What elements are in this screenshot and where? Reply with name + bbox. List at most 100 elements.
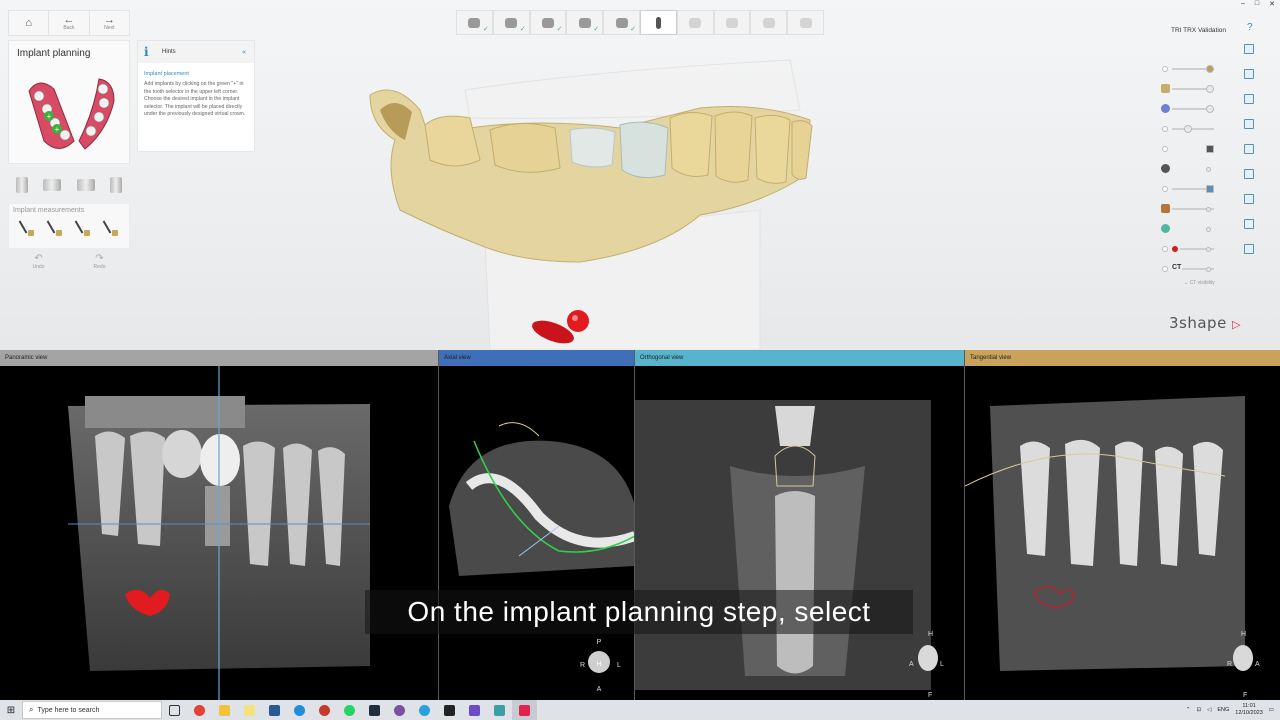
tangential-orient-left: R: [1227, 661, 1232, 668]
whatsapp-icon[interactable]: [337, 700, 362, 720]
multi-implant-icon[interactable]: [76, 179, 95, 191]
undo-button[interactable]: ↶ Undo: [33, 254, 45, 278]
network-icon[interactable]: ⊡: [1197, 707, 1202, 713]
visibility-slider-abutment[interactable]: [1162, 144, 1218, 154]
visibility-slider-upper-scan[interactable]: [1162, 64, 1218, 74]
minimize-icon[interactable]: –: [1241, 0, 1245, 10]
viber-icon[interactable]: [387, 700, 412, 720]
maximize-icon[interactable]: □: [1255, 0, 1259, 10]
ortho-orient-right: L: [940, 661, 944, 668]
screen-icon[interactable]: [1244, 244, 1254, 254]
tangential-view[interactable]: Tangential view H R A F: [965, 350, 1280, 700]
workflow-step-teeth-icon[interactable]: ✓: [603, 10, 640, 35]
abutment-icon[interactable]: [43, 179, 62, 191]
copy-icon[interactable]: [1244, 44, 1254, 54]
workflow-step-output-icon[interactable]: [787, 10, 824, 35]
clock[interactable]: 11:01 12/10/2023: [1235, 703, 1263, 717]
3shape-taskbar-icon[interactable]: [512, 700, 537, 720]
tangential-view-header: Tangential view: [965, 350, 1280, 366]
workflow-step-scan-icon[interactable]: ✓: [456, 10, 493, 35]
implant-icon[interactable]: [15, 177, 28, 193]
axial-view[interactable]: Axial view P R H L A: [439, 350, 635, 700]
language-indicator[interactable]: ENG: [1217, 707, 1229, 713]
chrome-icon[interactable]: [187, 700, 212, 720]
axial-image[interactable]: P R H L A: [439, 366, 634, 700]
sleeve-icon[interactable]: [110, 177, 123, 193]
close-icon[interactable]: ✕: [1269, 0, 1275, 10]
visibility-slider-crowns[interactable]: [1162, 124, 1218, 134]
layer-icon[interactable]: [1244, 169, 1254, 179]
file-explorer-icon[interactable]: [212, 700, 237, 720]
visibility-slider-model[interactable]: [1161, 204, 1218, 214]
layer-icon[interactable]: [1244, 119, 1254, 129]
layer-icon[interactable]: [1244, 94, 1254, 104]
app-red-icon[interactable]: [312, 700, 337, 720]
volume-icon[interactable]: ◁: [1207, 707, 1211, 713]
workflow-step-crown-icon[interactable]: ✓: [566, 10, 604, 35]
edge-icon[interactable]: [287, 700, 312, 720]
orthogonal-view[interactable]: Orthogonal view H A L F: [635, 350, 965, 700]
visibility-slider-antagonist[interactable]: [1161, 84, 1218, 94]
notifications-icon[interactable]: ▭: [1269, 707, 1274, 713]
arrow-left-icon: ←: [63, 14, 75, 26]
visibility-slider-implant-body[interactable]: [1161, 164, 1218, 174]
visibility-slider-ct[interactable]: [1162, 264, 1218, 274]
visibility-slider-implant-marker[interactable]: [1162, 244, 1218, 254]
app-dark-icon[interactable]: [437, 700, 462, 720]
tooth-selector[interactable]: + +: [19, 71, 119, 157]
app-star-icon[interactable]: [362, 700, 387, 720]
notes-icon[interactable]: [237, 700, 262, 720]
back-button[interactable]: ← Back: [49, 11, 90, 35]
3d-viewport[interactable]: ⌂ ← Back → Next Implant planning + + i H…: [0, 0, 1280, 350]
app-purple-icon[interactable]: [462, 700, 487, 720]
start-button[interactable]: ⊞: [0, 700, 22, 720]
hints-title: Hints: [162, 49, 176, 55]
measure-angle-icon[interactable]: [47, 219, 63, 237]
workflow-step-design-icon[interactable]: [750, 10, 788, 35]
tangential-image[interactable]: H R A F: [965, 366, 1280, 700]
redo-button[interactable]: ↷ Redo: [94, 254, 106, 278]
panoramic-view-header: Panoramic view: [0, 350, 438, 366]
panoramic-image[interactable]: [0, 366, 438, 700]
axial-orient-bottom: A: [597, 686, 602, 693]
word-icon[interactable]: [262, 700, 287, 720]
workflow-step-guide-icon[interactable]: [713, 10, 751, 35]
hints-body: Add implants by clicking on the green "+…: [144, 81, 246, 117]
home-button[interactable]: ⌂: [9, 11, 50, 35]
logo-text: 3shape: [1169, 314, 1227, 332]
task-view-icon[interactable]: [162, 700, 187, 720]
layer-icon[interactable]: [1244, 144, 1254, 154]
taskbar-search-placeholder: Type here to search: [37, 706, 100, 714]
logo-mark-icon: ▷: [1232, 318, 1242, 331]
ct-visibility-toggle[interactable]: ⌄ CT visibility: [1184, 280, 1215, 286]
orthogonal-image[interactable]: H A L F: [635, 366, 964, 700]
layer-icon[interactable]: [1244, 69, 1254, 79]
measure-bone-icon[interactable]: [103, 219, 119, 237]
video-caption: On the implant planning step, select: [365, 590, 913, 634]
next-button[interactable]: → Next: [90, 11, 129, 35]
visibility-slider-gingiva[interactable]: [1161, 104, 1218, 114]
workflow-step-implant-icon[interactable]: [639, 10, 677, 35]
undo-icon: ↶: [34, 253, 43, 264]
measure-nerve-icon[interactable]: [75, 219, 91, 237]
workflow-step-nerve-icon[interactable]: ✓: [529, 10, 567, 35]
workflow-step-sleeve-icon[interactable]: [676, 10, 714, 35]
help-icon[interactable]: ?: [1247, 22, 1253, 33]
workflow-step-align-icon[interactable]: ✓: [492, 10, 530, 35]
redo-icon: ↷: [95, 253, 104, 264]
visibility-slider-nerve[interactable]: [1161, 224, 1218, 234]
app-teal-icon[interactable]: [487, 700, 512, 720]
hints-subtitle: Implant placement: [144, 71, 189, 77]
visibility-slider-bone[interactable]: [1162, 184, 1218, 194]
chevron-up-icon[interactable]: ⌃: [1186, 707, 1191, 713]
case-title: TRI TRX Validation: [1171, 27, 1227, 34]
panoramic-view[interactable]: Panoramic view: [0, 350, 439, 700]
camera-icon[interactable]: [1244, 219, 1254, 229]
measure-distance-icon[interactable]: [19, 219, 35, 237]
collapse-hints-icon[interactable]: «: [242, 49, 246, 56]
measure-icon[interactable]: [1244, 194, 1254, 204]
taskbar-search[interactable]: ⌕ Type here to search: [22, 701, 162, 719]
clock-date: 12/10/2023: [1235, 710, 1263, 716]
ct-visibility-label: CT visibility: [1189, 280, 1215, 286]
telegram-icon[interactable]: [412, 700, 437, 720]
